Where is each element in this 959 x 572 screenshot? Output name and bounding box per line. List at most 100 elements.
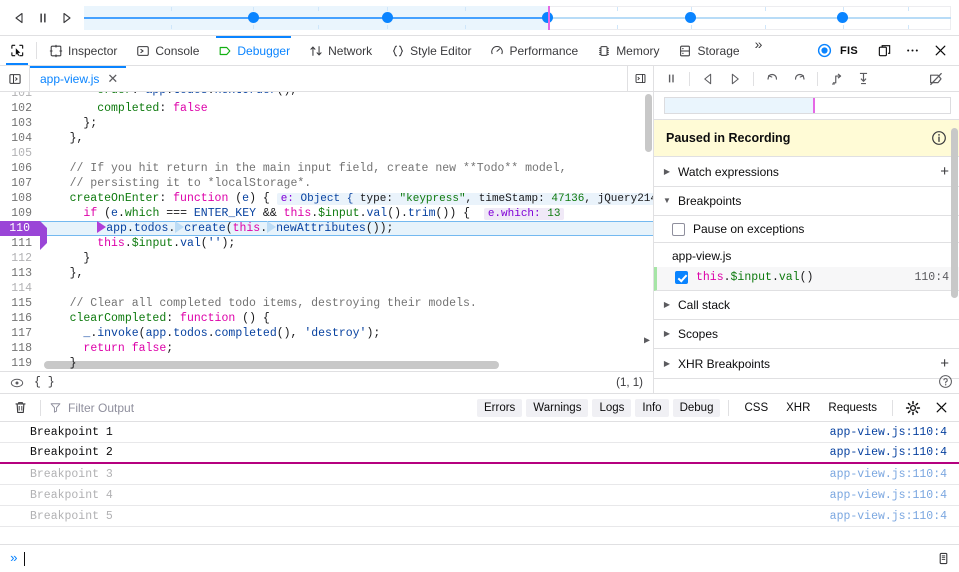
pause-button[interactable] — [32, 7, 54, 29]
rewind-button[interactable] — [8, 7, 30, 29]
filter-debug-button[interactable]: Debug — [673, 399, 721, 417]
filter-warnings-button[interactable]: Warnings — [526, 399, 588, 417]
step-marker-next[interactable] — [267, 221, 276, 233]
pause-on-exceptions-row[interactable]: Pause on exceptions — [654, 216, 959, 243]
record-toggle-icon[interactable] — [812, 39, 838, 63]
dock-toggle-icon[interactable] — [871, 39, 897, 63]
close-devtools-icon[interactable] — [927, 39, 953, 63]
console-message-source[interactable]: app-view.js:110:4 — [830, 446, 947, 459]
console-filter[interactable] — [49, 401, 473, 415]
breakpoint-line-number[interactable]: 110 — [0, 221, 40, 236]
trash-icon[interactable] — [8, 397, 32, 419]
inline-preview-object[interactable]: e: Object { type: "keypress", timeStamp:… — [277, 193, 653, 205]
console-message-row[interactable]: Breakpoint 1 app-view.js:110:4 — [0, 422, 959, 443]
gear-icon[interactable] — [901, 397, 925, 419]
chevron-right-icon: ▶ — [662, 360, 672, 368]
add-watch-expression-icon[interactable]: + — [940, 164, 949, 179]
tabs-overflow-button[interactable]: » — [749, 36, 769, 65]
console-message-text: Breakpoint 2 — [30, 446, 113, 459]
source-editor[interactable]: 101 order: app.todos.nextOrder(), 102 co… — [0, 92, 653, 371]
line-number: 102 — [0, 101, 40, 116]
inline-preview-value[interactable]: e.which: 13 — [484, 208, 565, 220]
console-message-row[interactable]: Breakpoint 5 app-view.js:110:4 — [0, 506, 959, 527]
pause-on-exceptions-checkbox[interactable] — [672, 223, 685, 236]
step-in-button[interactable] — [786, 68, 812, 90]
breakpoint-checkbox[interactable] — [675, 271, 688, 284]
line-number: 105 — [0, 146, 40, 161]
section-xhr-breakpoints[interactable]: ▶ XHR Breakpoints + — [654, 349, 959, 379]
console-message-row[interactable]: Breakpoint 4 app-view.js:110:4 — [0, 485, 959, 506]
debugger-sidebar-scrollbar[interactable] — [951, 128, 958, 298]
tab-debugger[interactable]: Debugger — [208, 36, 299, 65]
timeline-track[interactable] — [84, 4, 951, 32]
record-label: FIS — [840, 45, 862, 57]
step-out-button[interactable] — [823, 68, 849, 90]
breakpoint-item[interactable]: this.$input.val() 110:4 — [654, 267, 959, 291]
filter-requests-button[interactable]: Requests — [821, 399, 884, 417]
add-xhr-breakpoint-icon[interactable]: + — [940, 356, 949, 371]
deactivate-breakpoints-button[interactable] — [923, 68, 949, 90]
close-icon[interactable]: ✕ — [107, 72, 118, 85]
tab-inspector[interactable]: Inspector — [39, 36, 126, 65]
watch-icon[interactable] — [10, 376, 24, 390]
section-breakpoints[interactable]: ▼ Breakpoints — [654, 187, 959, 216]
section-call-stack[interactable]: ▶ Call stack — [654, 291, 959, 320]
tab-style-editor[interactable]: Style Editor — [381, 36, 480, 65]
line-number: 104 — [0, 131, 40, 146]
console-input-caret — [24, 552, 25, 566]
play-button[interactable] — [56, 7, 78, 29]
section-watch-expressions[interactable]: ▶ Watch expressions + — [654, 157, 959, 187]
section-scopes[interactable]: ▶ Scopes — [654, 320, 959, 349]
tab-console[interactable]: Console — [126, 36, 208, 65]
close-icon[interactable] — [929, 397, 953, 419]
prettyprint-button[interactable]: { } — [34, 376, 55, 389]
split-console-icon[interactable] — [936, 551, 951, 566]
line-number: 101 — [0, 92, 40, 101]
step-down-button[interactable] — [850, 68, 876, 90]
editor-status-bar: { } (1, 1) — [0, 371, 653, 393]
filter-logs-button[interactable]: Logs — [592, 399, 631, 417]
filter-input[interactable] — [68, 401, 473, 415]
tab-performance[interactable]: Performance — [480, 36, 587, 65]
debugger-mini-timeline[interactable] — [654, 92, 959, 120]
pause-resume-button[interactable] — [658, 68, 684, 90]
console-message-source[interactable]: app-view.js:110:4 — [830, 426, 947, 439]
source-tab-app-view-js[interactable]: app-view.js ✕ — [30, 66, 126, 91]
console-message-row[interactable]: Breakpoint 3 app-view.js:110:4 — [0, 464, 959, 485]
mini-timeline-playhead[interactable] — [813, 98, 815, 113]
debugger-icon — [217, 43, 232, 58]
console-message-row[interactable]: Breakpoint 2 app-view.js:110:4 — [0, 443, 959, 464]
devtools-menu-icon[interactable] — [899, 39, 925, 63]
mini-timeline-track[interactable] — [664, 97, 951, 114]
toolbar-divider — [36, 42, 37, 59]
replay-controls — [4, 7, 84, 29]
source-list-icon[interactable] — [0, 66, 30, 91]
console-input-row[interactable]: » — [0, 544, 959, 572]
step-back-button[interactable] — [695, 68, 721, 90]
help-icon[interactable] — [938, 374, 953, 389]
console-message-source[interactable]: app-view.js:110:4 — [830, 510, 947, 523]
timeline-playhead[interactable] — [548, 6, 550, 30]
pause-on-exceptions-label: Pause on exceptions — [693, 222, 804, 236]
code-line: 112 } — [0, 251, 653, 266]
step-marker-next[interactable] — [175, 221, 184, 233]
step-marker-current[interactable] — [97, 221, 106, 233]
step-forward-button[interactable] — [722, 68, 748, 90]
tab-memory[interactable]: Memory — [587, 36, 668, 65]
filter-xhr-button[interactable]: XHR — [779, 399, 817, 417]
source-tabs-overflow-icon[interactable] — [627, 66, 653, 91]
line-number: 103 — [0, 116, 40, 131]
console-message-source[interactable]: app-view.js:110:4 — [830, 489, 947, 502]
filter-css-button[interactable]: CSS — [737, 399, 775, 417]
info-icon[interactable] — [931, 130, 947, 146]
console-message-source[interactable]: app-view.js:110:4 — [830, 468, 947, 481]
filter-info-button[interactable]: Info — [635, 399, 668, 417]
tab-network[interactable]: Network — [299, 36, 381, 65]
filter-errors-button[interactable]: Errors — [477, 399, 522, 417]
step-over-button[interactable] — [759, 68, 785, 90]
element-picker-button[interactable] — [0, 36, 34, 65]
code-line: 114 — [0, 281, 653, 296]
tab-storage[interactable]: Storage — [669, 36, 749, 65]
timeline-marker[interactable] — [248, 12, 259, 23]
timeline-marker[interactable] — [382, 12, 393, 23]
